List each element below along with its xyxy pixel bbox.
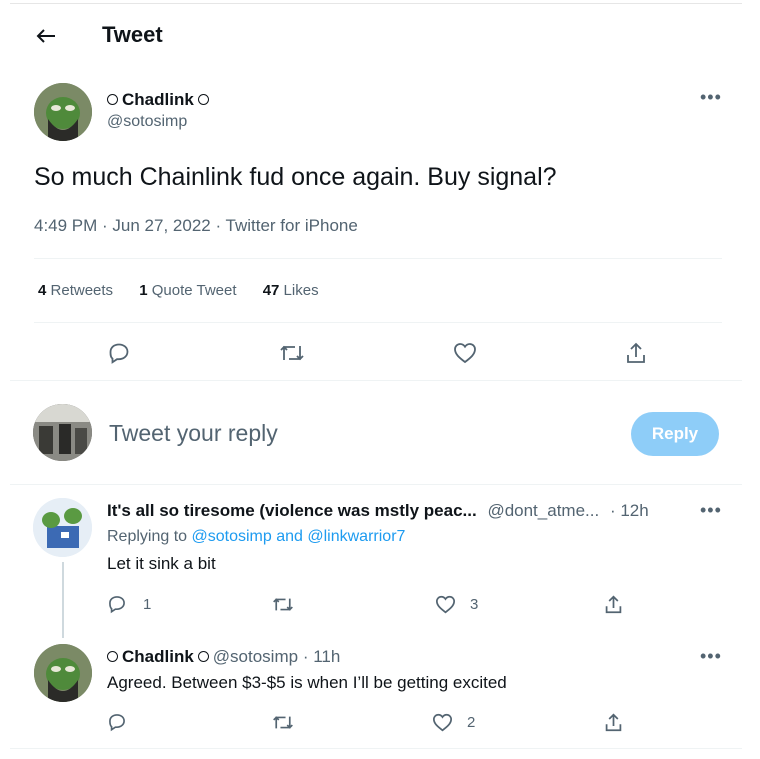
reply-time[interactable]: · 12h [610, 501, 649, 520]
circle-icon [107, 94, 118, 106]
circle-icon [107, 651, 118, 663]
author-display-name: Chadlink [122, 90, 194, 109]
reply-handle[interactable]: @dont_atme... [487, 501, 599, 520]
replying-prefix: Replying to [107, 528, 188, 545]
stats-row: 4 Retweets 1 Quote Tweet 47 Likes [38, 282, 319, 299]
avatar[interactable] [33, 404, 92, 461]
likes-label: Likes [283, 282, 319, 299]
reply-button[interactable]: Reply [631, 412, 719, 456]
reply-handle[interactable]: @sotosimp [213, 647, 298, 666]
avatar[interactable] [34, 83, 92, 141]
divider [34, 322, 722, 323]
reply-header: Chadlink @sotosimp · 11h [107, 647, 340, 667]
replying-and: and [276, 528, 303, 545]
more-options-icon[interactable]: ••• [700, 647, 722, 665]
quotes-label: Quote Tweet [151, 282, 237, 299]
like-icon[interactable] [451, 340, 479, 366]
reply-icon[interactable] [106, 340, 132, 366]
reply-input[interactable]: Tweet your reply [109, 420, 278, 447]
retweet-icon[interactable] [271, 711, 295, 733]
reply-display-name[interactable]: Chadlink [122, 647, 194, 666]
share-icon[interactable] [623, 339, 649, 367]
like-icon[interactable] [433, 593, 457, 615]
more-options-icon[interactable]: ••• [700, 88, 722, 106]
quotes-count: 1 [139, 282, 148, 299]
back-arrow-icon[interactable] [34, 26, 58, 46]
circle-icon [197, 651, 209, 663]
retweet-icon[interactable] [271, 593, 295, 615]
page-title: Tweet [102, 22, 163, 47]
like-count: 2 [467, 714, 476, 731]
likes-stat[interactable]: 47 Likes [263, 282, 319, 299]
author-handle[interactable]: @sotosimp [107, 113, 187, 131]
reply-count: 1 [143, 596, 152, 613]
reply-header: It's all so tiresome (violence was mstly… [107, 501, 649, 521]
author-name-row[interactable]: Chadlink [107, 90, 213, 110]
retweets-count: 4 [38, 282, 47, 299]
reply-thread-line [62, 562, 64, 638]
share-icon[interactable] [602, 710, 624, 734]
reply-icon[interactable] [106, 593, 128, 615]
mention-link[interactable]: @sotosimp [192, 528, 272, 545]
avatar[interactable] [34, 644, 92, 702]
retweets-stat[interactable]: 4 Retweets [38, 282, 113, 299]
retweet-icon[interactable] [278, 340, 306, 366]
replying-to: Replying to @sotosimp and @linkwarrior7 [107, 528, 405, 546]
likes-count: 47 [262, 282, 280, 299]
reply-icon[interactable] [106, 711, 128, 733]
divider [10, 748, 742, 749]
tweet-meta: 4:49 PM · Jun 27, 2022 · Twitter for iPh… [34, 216, 358, 235]
avatar[interactable] [33, 498, 92, 557]
circle-icon [197, 94, 209, 106]
divider [10, 380, 742, 381]
mention-link[interactable]: @linkwarrior7 [307, 528, 405, 545]
more-options-icon[interactable]: ••• [700, 501, 722, 519]
reply-text: Let it sink a bit [107, 554, 216, 573]
share-icon[interactable] [602, 592, 624, 616]
retweets-label: Retweets [50, 282, 114, 299]
reply-display-name[interactable]: It's all so tiresome (violence was mstly… [107, 501, 477, 520]
divider [34, 258, 722, 259]
quotes-stat[interactable]: 1 Quote Tweet [139, 282, 236, 299]
reply-text: Agreed. Between $3-$5 is when I’ll be ge… [107, 673, 507, 692]
like-icon[interactable] [430, 711, 454, 733]
divider [10, 484, 742, 485]
reply-time[interactable]: · 11h [303, 647, 341, 666]
tweet-text: So much Chainlink fud once again. Buy si… [34, 163, 557, 191]
like-count: 3 [470, 596, 479, 613]
